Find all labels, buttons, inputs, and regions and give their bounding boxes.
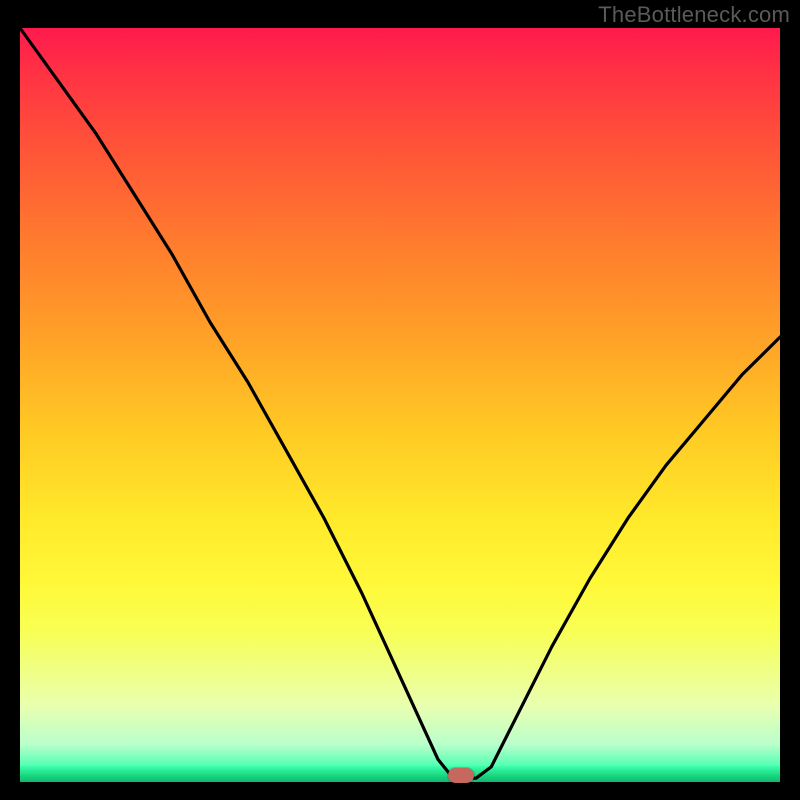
watermark-text: TheBottleneck.com <box>598 2 790 28</box>
bottleneck-curve <box>20 28 780 782</box>
optimal-marker <box>448 768 474 783</box>
plot-area <box>20 28 780 782</box>
chart-frame: TheBottleneck.com <box>0 0 800 800</box>
